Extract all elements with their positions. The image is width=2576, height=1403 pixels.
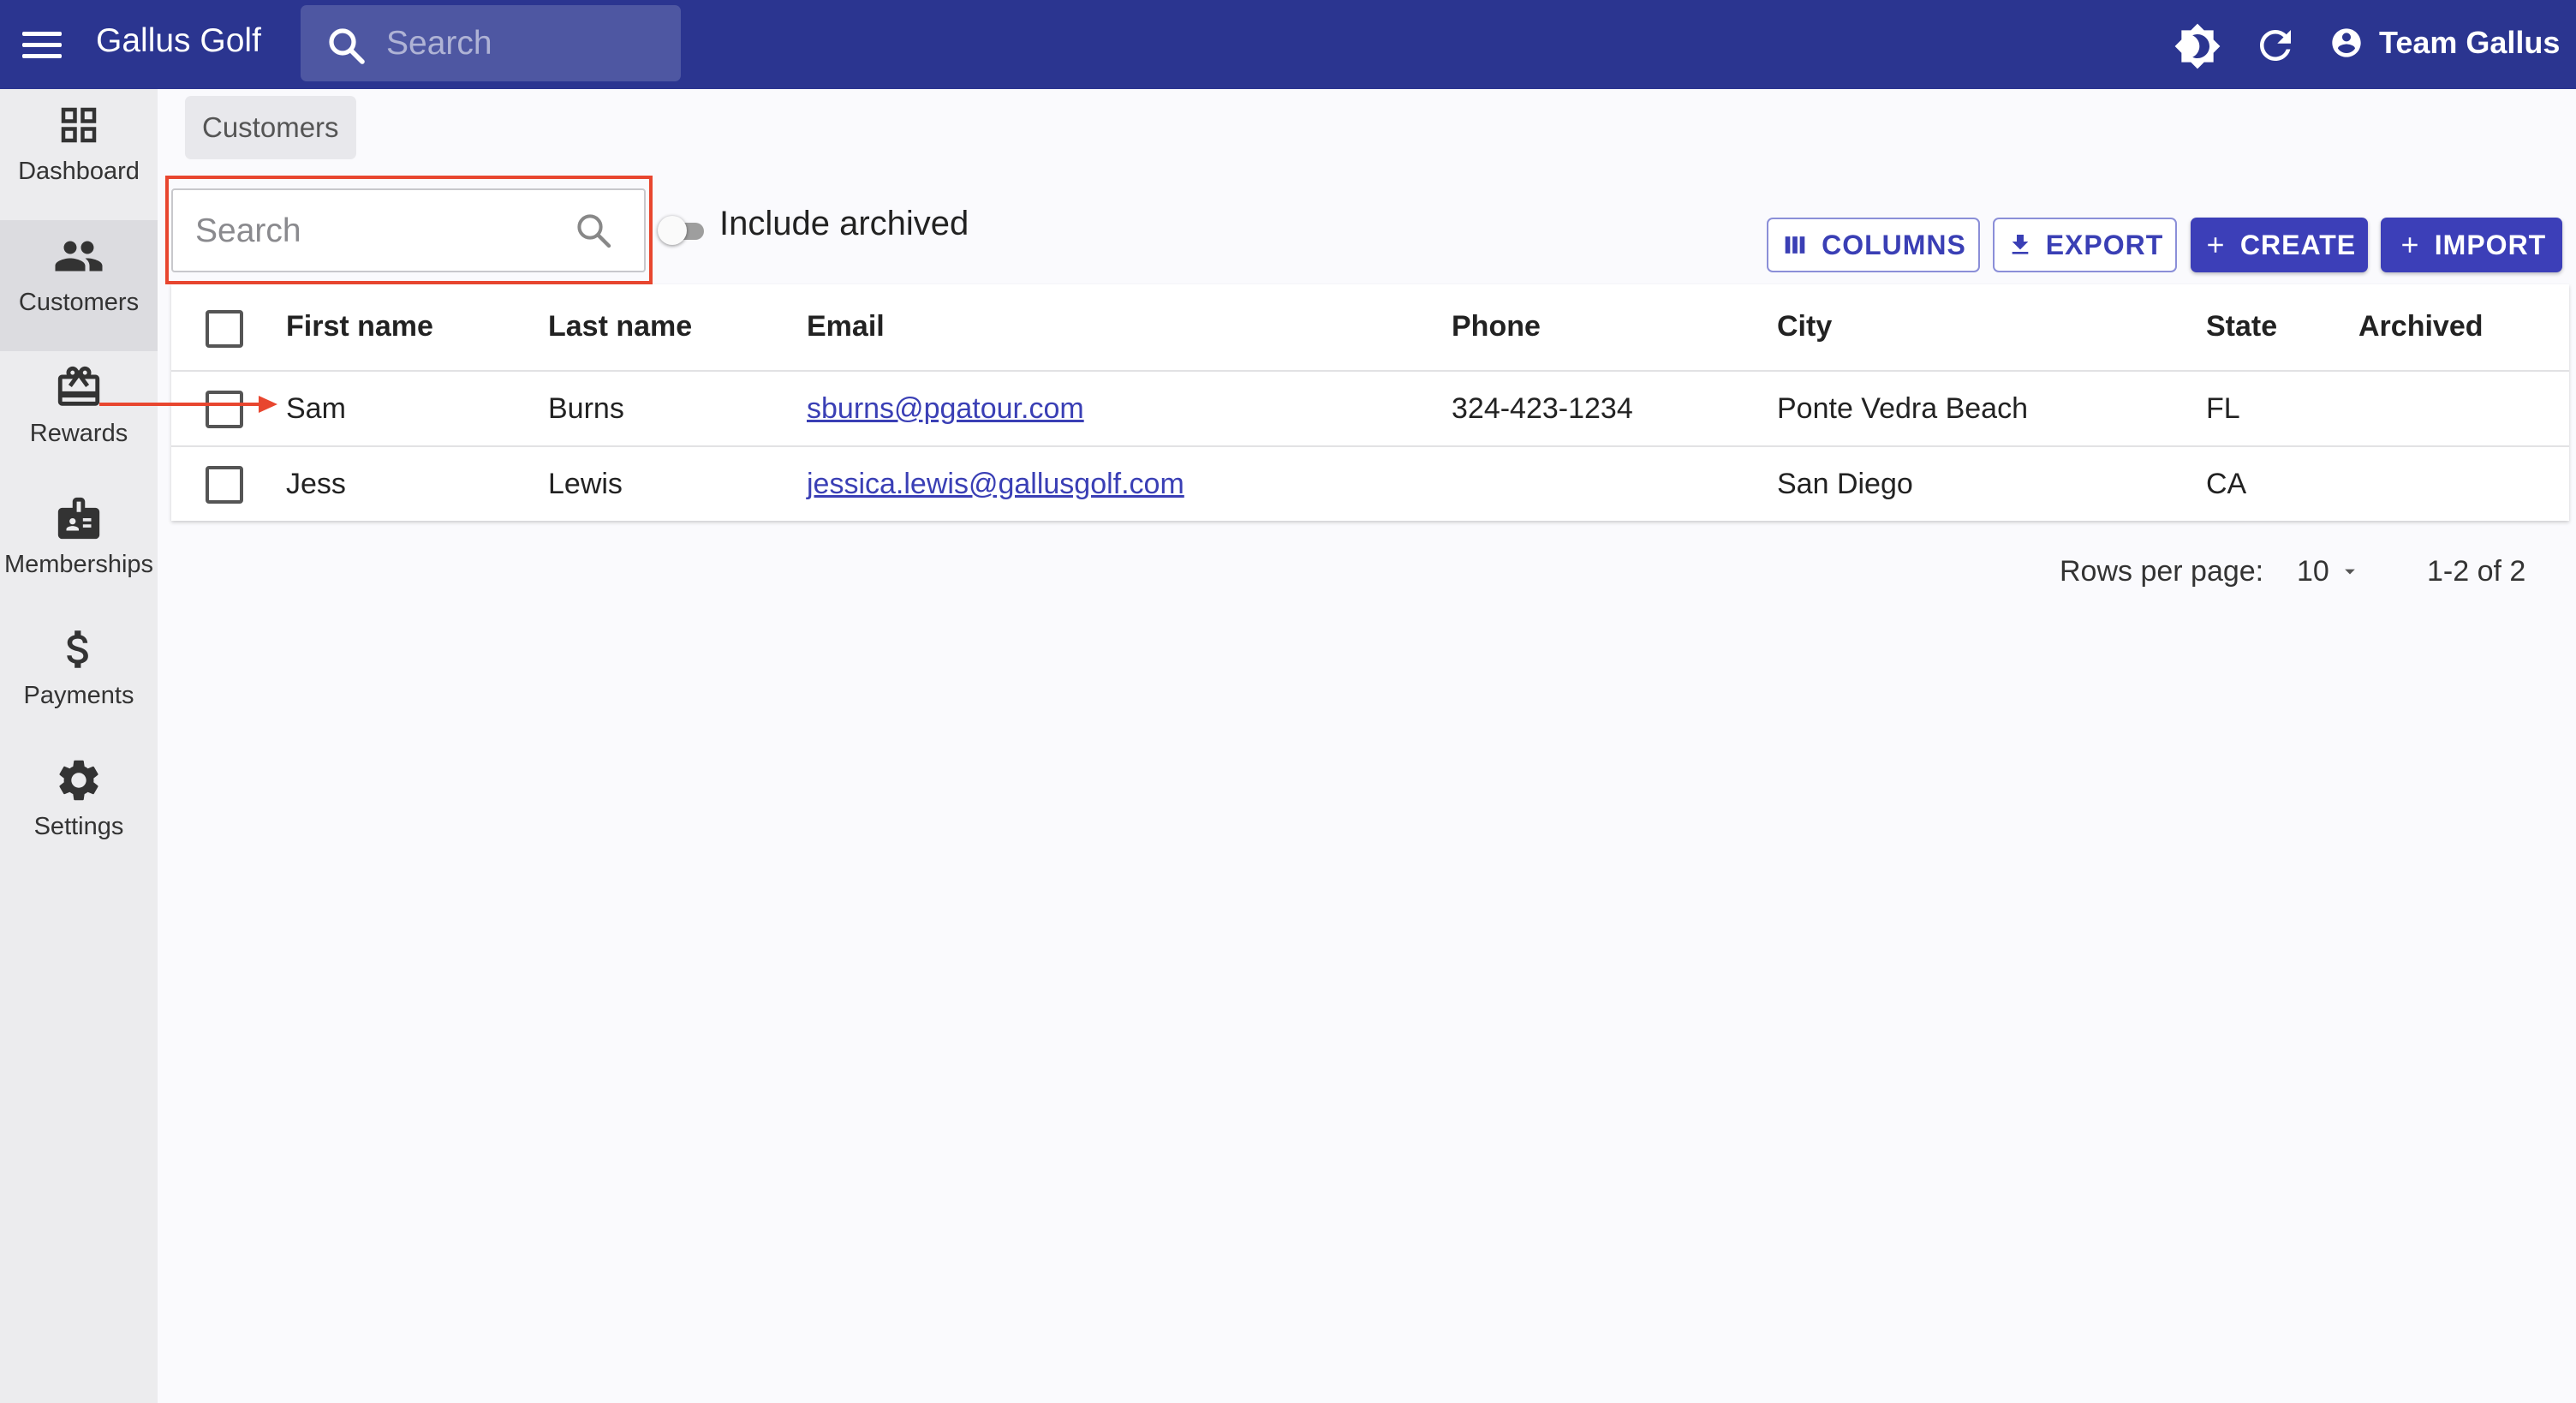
view-column-icon	[1785, 236, 1805, 254]
row-checkbox[interactable]	[206, 466, 243, 504]
create-button[interactable]: CREATE	[2191, 218, 2368, 272]
cell-email-link[interactable]: jessica.lewis@gallusgolf.com	[807, 468, 1184, 501]
column-header-city[interactable]: City	[1777, 310, 1832, 343]
column-header-archived[interactable]: Archived	[2358, 310, 2484, 343]
sidebar-item-payments[interactable]: Payments	[0, 613, 158, 744]
sidebar-item-label: Customers	[18, 289, 140, 316]
cell-first-name: Sam	[286, 392, 346, 425]
account-circle-icon	[2332, 28, 2361, 57]
app-bar: Gallus Golf Team Gallus	[0, 0, 2576, 89]
menu-icon[interactable]	[22, 26, 70, 63]
download-icon	[2012, 235, 2029, 254]
caret-down-icon	[2344, 569, 2355, 575]
column-header-last-name[interactable]: Last name	[548, 310, 692, 343]
theme-toggle-icon[interactable]	[2174, 22, 2221, 70]
pagination-range: 1-2 of 2	[2427, 555, 2526, 588]
gift-card-icon	[57, 366, 100, 406]
sidebar-item-dashboard[interactable]: Dashboard	[0, 89, 158, 220]
people-icon	[55, 241, 103, 272]
sidebar-item-label: Memberships	[3, 551, 154, 578]
select-all-checkbox[interactable]	[206, 310, 243, 348]
sidebar-item-label: Payments	[23, 682, 134, 709]
breadcrumb[interactable]: Customers	[185, 96, 356, 159]
account-menu[interactable]: Team Gallus	[2329, 19, 2560, 67]
account-label: Team Gallus	[2379, 25, 2561, 60]
cell-state: CA	[2206, 468, 2247, 500]
cell-first-name: Jess	[286, 468, 346, 500]
include-archived-label: Include archived	[719, 205, 969, 242]
cell-email-link[interactable]: sburns@pgatour.com	[807, 392, 1084, 426]
rows-per-page-label: Rows per page:	[2060, 555, 2264, 588]
table-header-row: First name Last name Email Phone City St…	[171, 284, 2569, 372]
sidebar: Dashboard Customers Rewards Memberships …	[0, 89, 158, 1403]
rows-per-page-value: 10	[2297, 554, 2329, 588]
table-row[interactable]: Sam Burns sburns@pgatour.com 324-423-123…	[171, 372, 2569, 447]
sidebar-item-settings[interactable]: Settings	[0, 744, 158, 875]
export-button[interactable]: EXPORT	[1993, 218, 2177, 272]
dollar-icon	[67, 630, 88, 668]
columns-button[interactable]: COLUMNS	[1767, 218, 1980, 272]
import-button-label: IMPORT	[2434, 229, 2547, 260]
import-button[interactable]: IMPORT	[2381, 218, 2562, 272]
create-button-label: CREATE	[2239, 229, 2357, 260]
plus-icon	[2402, 237, 2418, 253]
app-title: Gallus Golf	[96, 22, 261, 59]
customers-table: First name Last name Email Phone City St…	[171, 284, 2569, 521]
annotation-arrow	[99, 396, 277, 413]
column-header-phone[interactable]: Phone	[1452, 310, 1541, 343]
sidebar-item-rewards[interactable]: Rewards	[0, 351, 158, 482]
cell-city: San Diego	[1777, 468, 1913, 500]
search-icon	[329, 28, 365, 64]
customer-search[interactable]	[171, 188, 646, 272]
refresh-icon[interactable]	[2252, 22, 2299, 69]
column-header-first-name[interactable]: First name	[286, 310, 433, 343]
columns-button-label: COLUMNS	[1822, 229, 1966, 260]
badge-icon	[57, 497, 100, 540]
sidebar-item-label: Rewards	[29, 420, 128, 447]
sidebar-item-memberships[interactable]: Memberships	[0, 482, 158, 613]
column-header-state[interactable]: State	[2206, 310, 2277, 343]
cell-phone: 324-423-1234	[1452, 392, 1633, 425]
main-content: Customers Include archived COLUMNS EXPOR…	[158, 89, 2576, 1403]
table-row[interactable]: Jess Lewis jessica.lewis@gallusgolf.com …	[171, 447, 2569, 521]
customer-search-input[interactable]	[195, 211, 555, 252]
rows-per-page-select[interactable]: 10	[2297, 552, 2362, 591]
cell-city: Ponte Vedra Beach	[1777, 392, 2029, 425]
plus-icon	[2208, 237, 2223, 253]
global-search[interactable]	[301, 5, 681, 81]
search-icon	[577, 214, 611, 248]
cell-last-name: Lewis	[548, 468, 623, 500]
column-header-email[interactable]: Email	[807, 310, 885, 343]
sidebar-item-label: Dashboard	[18, 158, 140, 185]
sidebar-item-label: Settings	[33, 813, 124, 840]
include-archived-switch[interactable]	[658, 209, 713, 250]
dashboard-icon	[61, 107, 97, 143]
global-search-input[interactable]	[386, 24, 660, 63]
sidebar-item-customers[interactable]: Customers	[0, 220, 158, 351]
cell-state: FL	[2206, 392, 2240, 425]
gear-icon	[59, 760, 98, 801]
cell-last-name: Burns	[548, 392, 624, 425]
export-button-label: EXPORT	[2045, 229, 2164, 260]
